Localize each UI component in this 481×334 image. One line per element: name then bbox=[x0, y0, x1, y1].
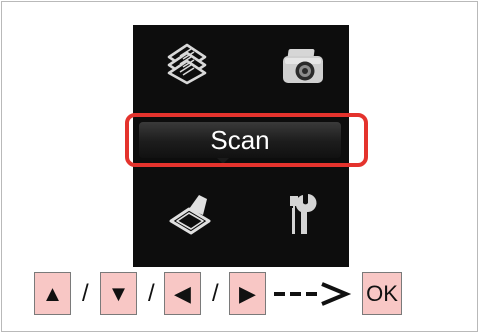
separator: / bbox=[82, 280, 89, 307]
up-arrow-icon: ▲ bbox=[41, 280, 64, 306]
down-button[interactable]: ▼ bbox=[100, 272, 137, 315]
left-arrow-icon: ◀ bbox=[174, 280, 191, 306]
separator: / bbox=[212, 280, 219, 307]
right-arrow-icon: ▶ bbox=[239, 280, 256, 306]
separator: / bbox=[148, 280, 155, 307]
navigation-instructions: ▲ / ▼ / ◀ / ▶ OK bbox=[34, 272, 464, 316]
then-arrow-icon bbox=[274, 282, 352, 306]
right-button[interactable]: ▶ bbox=[229, 272, 266, 315]
left-button[interactable]: ◀ bbox=[164, 272, 201, 315]
selection-highlight bbox=[125, 113, 368, 167]
up-button[interactable]: ▲ bbox=[34, 272, 71, 315]
photo-icon bbox=[283, 49, 323, 83]
ok-label: OK bbox=[366, 280, 398, 306]
copy-icon bbox=[167, 43, 207, 85]
down-arrow-icon: ▼ bbox=[107, 280, 130, 306]
setup-icon bbox=[290, 194, 317, 234]
scan-icon bbox=[169, 195, 211, 235]
ok-button[interactable]: OK bbox=[362, 272, 402, 315]
